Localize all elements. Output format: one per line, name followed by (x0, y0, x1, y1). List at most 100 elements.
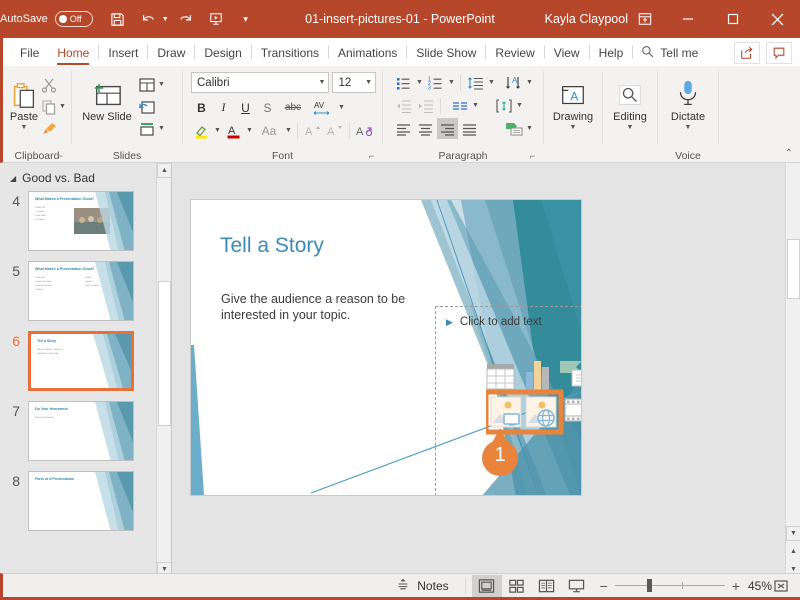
minimize-icon[interactable] (665, 0, 710, 38)
change-case-caret[interactable]: ▼ (284, 127, 293, 134)
comments-icon[interactable] (766, 42, 792, 64)
clipboard-dialog-launcher[interactable]: ⌐ (55, 151, 66, 162)
smartart-caret[interactable]: ▼ (525, 125, 534, 132)
font-color-button[interactable]: A (223, 120, 244, 141)
tab-home[interactable]: Home (48, 40, 98, 66)
zoom-slider-handle[interactable] (647, 579, 652, 592)
tab-help[interactable]: Help (590, 40, 633, 66)
ribbon-display-options-icon[interactable] (625, 0, 665, 38)
align-right-button[interactable] (437, 118, 458, 139)
customize-qat-icon[interactable]: ▾ (233, 6, 259, 32)
tab-review[interactable]: Review (486, 40, 543, 66)
convert-to-smartart-button[interactable] (503, 118, 524, 139)
slide-subtitle-text[interactable]: Give the audience a reason to be interes… (221, 291, 417, 323)
normal-view-button[interactable] (472, 575, 502, 597)
share-icon[interactable] (734, 42, 760, 64)
copy-dropdown-caret[interactable]: ▼ (59, 103, 66, 110)
slide-sorter-view-button[interactable] (502, 575, 532, 597)
save-icon[interactable] (105, 6, 131, 32)
align-text-button[interactable] (493, 95, 514, 116)
numbering-button[interactable]: 123 (425, 72, 446, 93)
slide-thumbnail-4[interactable]: What Makes a Presentation Good? ▪ ▪▪▪▪▪ … (28, 191, 134, 251)
align-left-button[interactable] (393, 118, 414, 139)
cut-button[interactable] (39, 74, 68, 95)
current-slide[interactable]: Tell a Story Give the audience a reason … (190, 199, 582, 496)
slide-thumbnail-7[interactable]: Do Your Homework ▪▪▪▪ ▪▪ ▪▪▪▪ ▪▪▪▪▪▪▪▪ (28, 401, 134, 461)
copy-button[interactable]: ▼ (39, 96, 68, 117)
slide-thumbnail-6[interactable]: Tell a Story ▪▪▪▪ ▪▪▪ ▪▪▪▪▪▪▪▪ ▪ ▪▪▪▪▪▪ … (28, 331, 134, 391)
increase-indent-button[interactable] (415, 95, 436, 116)
slide-title-text[interactable]: Tell a Story (220, 234, 324, 258)
chevron-down-icon[interactable]: ▼ (319, 79, 326, 86)
paste-dropdown-caret[interactable]: ▼ (21, 124, 28, 132)
text-highlight-caret[interactable]: ▼ (213, 127, 222, 134)
change-case-button[interactable]: Aa (255, 120, 283, 141)
collapse-triangle-icon[interactable]: ◢ (10, 174, 16, 183)
section-header[interactable]: ◢ Good vs. Bad (0, 163, 171, 191)
text-direction-button[interactable]: A (503, 72, 524, 93)
thumbnail-row-selected[interactable]: 6 Tell a Story ▪▪▪▪ ▪▪▪ ▪▪▪▪▪▪▪▪ ▪ ▪▪▪▪▪… (0, 331, 171, 391)
text-direction-caret[interactable]: ▼ (525, 79, 534, 86)
text-highlight-color-button[interactable] (191, 120, 212, 141)
slideshow-view-button[interactable] (562, 575, 592, 597)
zoom-level-label[interactable]: 45% (740, 579, 772, 593)
content-placeholder[interactable]: ▶ Click to add text (435, 306, 582, 496)
decrease-font-size-button[interactable]: A (324, 120, 345, 141)
align-text-caret[interactable]: ▼ (515, 102, 524, 109)
slide-thumbnail-5[interactable]: What Makes a Presentation Good? ▪ ▪▪▪▪▪ … (28, 261, 134, 321)
redo-icon[interactable] (173, 6, 199, 32)
decrease-indent-button[interactable] (393, 95, 414, 116)
thumbnail-row[interactable]: 5 What Makes a Presentation Good? ▪ ▪▪▪▪… (0, 261, 171, 321)
stage-scroll-down-arrow[interactable]: ▼ (786, 526, 800, 541)
italic-button[interactable]: I (213, 97, 234, 118)
paste-button[interactable]: Paste ▼ (9, 72, 39, 132)
layout-button[interactable]: ▼ (136, 74, 167, 95)
numbering-caret[interactable]: ▼ (447, 79, 456, 86)
new-slide-button[interactable]: New Slide (82, 72, 132, 124)
clear-formatting-button[interactable]: A (354, 120, 375, 141)
paragraph-dialog-launcher[interactable]: ⌐ (527, 151, 538, 162)
font-dialog-launcher[interactable]: ⌐ (366, 151, 377, 162)
font-name-combobox[interactable]: Calibri ▼ (191, 72, 329, 93)
editing-dropdown-caret[interactable]: ▼ (627, 124, 634, 132)
format-painter-button[interactable] (39, 118, 68, 139)
tab-file[interactable]: File (11, 40, 48, 66)
notes-button[interactable]: Notes (386, 577, 458, 594)
zoom-out-button[interactable]: − (600, 578, 608, 594)
section-button[interactable]: ▼ (136, 118, 167, 139)
fit-slide-to-window-button[interactable] (772, 578, 800, 594)
autosave-toggle[interactable]: Off (55, 11, 93, 27)
layout-dropdown-caret[interactable]: ▼ (158, 81, 165, 88)
thumbnail-row[interactable]: 8 Parts of a Presentation (0, 471, 171, 531)
tab-slide-show[interactable]: Slide Show (407, 40, 485, 66)
tab-insert[interactable]: Insert (99, 40, 147, 66)
drawing-dropdown-caret[interactable]: ▼ (570, 124, 577, 132)
text-shadow-button[interactable]: S (257, 97, 278, 118)
scroll-up-arrow[interactable]: ▲ (157, 163, 172, 178)
slide-thumbnail-8[interactable]: Parts of a Presentation (28, 471, 134, 531)
start-slideshow-icon[interactable] (203, 6, 229, 32)
tab-design[interactable]: Design (195, 40, 250, 66)
thumbnail-row[interactable]: 4 What Makes a Presentation Good? ▪ ▪▪▪▪… (0, 191, 171, 251)
align-center-button[interactable] (415, 118, 436, 139)
tab-animations[interactable]: Animations (329, 40, 406, 66)
collapse-ribbon-icon[interactable]: ⌃ (785, 148, 793, 159)
stage-scrollbar[interactable]: ▼ ▲ ▼ (785, 163, 800, 577)
stage-scrollbar-thumb[interactable] (787, 239, 800, 299)
chevron-down-icon[interactable]: ▼ (365, 79, 372, 86)
editing-button[interactable]: Editing ▼ (609, 72, 651, 132)
scrollbar-thumb[interactable] (158, 281, 171, 426)
columns-caret[interactable]: ▼ (471, 102, 480, 109)
zoom-in-button[interactable]: + (732, 578, 740, 594)
previous-slide-button[interactable]: ▲ (786, 544, 800, 559)
close-icon[interactable] (755, 0, 800, 38)
zoom-slider[interactable] (615, 585, 725, 586)
tab-transitions[interactable]: Transitions (252, 40, 328, 66)
tab-draw[interactable]: Draw (148, 40, 194, 66)
drawing-button[interactable]: A Drawing ▼ (550, 72, 596, 132)
undo-dropdown-caret[interactable]: ▼ (162, 16, 169, 23)
bold-button[interactable]: B (191, 97, 212, 118)
increase-font-size-button[interactable]: A (302, 120, 323, 141)
reset-button[interactable] (136, 96, 167, 117)
thumbnail-panel-scrollbar[interactable]: ▲ ▼ (156, 163, 171, 577)
